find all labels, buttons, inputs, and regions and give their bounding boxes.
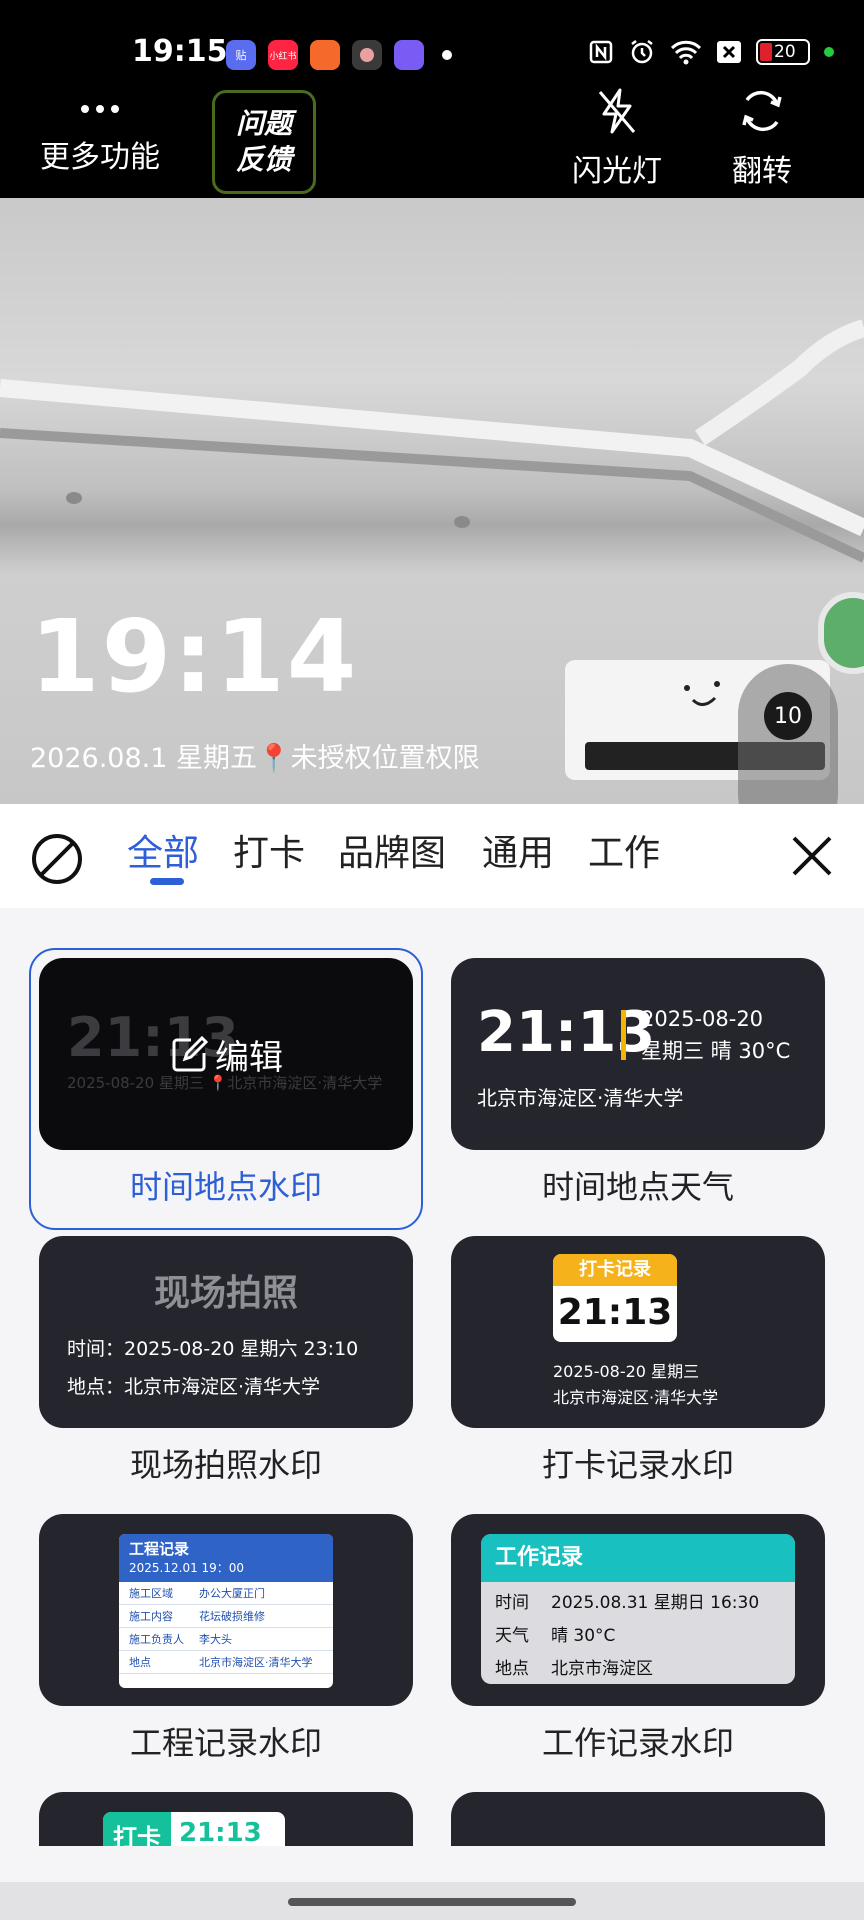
tab-brand[interactable]: 品牌图 xyxy=(338,824,446,876)
template-card-time-location[interactable]: 21:13 2025-08-20 星期三 📍北京市海淀区·清华大学 编辑 xyxy=(39,958,413,1150)
checkin-time: 21:13 xyxy=(557,1292,673,1333)
template-label-work-record: 工作记录水印 xyxy=(541,1724,734,1762)
doc-row: 施工内容 花坛破损维修 xyxy=(119,1605,333,1628)
template-preview-location-row: 地点：北京市海淀区·清华大学 xyxy=(67,1376,321,1398)
checkin-badge-box: 打卡记录 21:13 xyxy=(553,1254,677,1342)
flash-label: 闪光灯 xyxy=(572,154,662,189)
more-notifications-dot-icon xyxy=(442,50,452,60)
xiaohongshu-app-icon: 小红书 xyxy=(268,40,298,70)
alarm-icon xyxy=(631,40,653,64)
flip-camera-button[interactable]: 翻转 xyxy=(732,84,792,190)
camera-toolbar: 更多功能 问题 反馈 闪光灯 翻转 xyxy=(0,86,864,198)
checkin-tag: 打卡 21:13 xyxy=(103,1812,285,1846)
template-preview-heading: 现场拍照 xyxy=(153,1273,298,1314)
template-label-time-location-weather: 时间地点天气 xyxy=(541,1168,734,1206)
doc-title: 工作记录 xyxy=(481,1534,795,1582)
flip-label: 翻转 xyxy=(732,154,792,189)
template-card-onsite-photo[interactable]: 现场拍照 时间：2025-08-20 星期六 23:10 地点：北京市海淀区·清… xyxy=(39,1236,413,1428)
template-preview-location: 北京市海淀区·清华大学 xyxy=(553,1388,719,1407)
template-card-checkin-partial[interactable]: 打卡 21:13 xyxy=(39,1792,413,1846)
template-card-work-record[interactable]: 工作记录 时间 2025.08.31 星期日 16:30 天气晴 30°C 地点北… xyxy=(451,1514,825,1706)
tab-work[interactable]: 工作 xyxy=(588,824,660,876)
status-bar: 19:15 贴 小红书 20 xyxy=(0,0,864,86)
feedback-button[interactable]: 问题 反馈 xyxy=(212,90,316,194)
notification-icons: 贴 小红书 xyxy=(226,40,424,70)
template-preview-date: 2025-08-20 星期三 晴 30°C xyxy=(641,1007,791,1063)
status-icons: 20 xyxy=(588,38,834,66)
battery-level: 20 xyxy=(774,42,796,62)
edit-template-button[interactable]: 编辑 xyxy=(169,1030,283,1079)
category-tabs: 全部 打卡 品牌图 通用 工作 xyxy=(0,804,864,908)
template-card-partial[interactable] xyxy=(451,1792,825,1846)
template-label-engineering-record: 工程记录水印 xyxy=(129,1724,322,1762)
wifi-icon xyxy=(670,40,702,65)
no-sim-icon xyxy=(717,41,741,63)
privacy-indicator-dot xyxy=(824,47,834,57)
template-card-checkin-record[interactable]: 打卡记录 21:13 2025-08-20 星期三 北京市海淀区·清华大学 xyxy=(451,1236,825,1428)
gesture-nav-bar xyxy=(0,1882,864,1920)
home-indicator[interactable] xyxy=(288,1898,576,1906)
tab-general[interactable]: 通用 xyxy=(482,824,554,876)
purple-app-icon xyxy=(394,40,424,70)
doc-row: 地点 北京市海淀区 xyxy=(495,1659,653,1679)
template-label-time-location: 时间地点水印 xyxy=(129,1168,322,1206)
work-record-doc: 工作记录 时间 2025.08.31 星期日 16:30 天气晴 30°C 地点北… xyxy=(481,1534,795,1684)
status-time: 19:15 xyxy=(132,34,228,69)
template-card-engineering-record[interactable]: 工程记录 2025.12.01 19：00 施工区域 办公大厦正门 施工内容 花坛破… xyxy=(39,1514,413,1706)
doc-row: 天气晴 30°C xyxy=(495,1626,616,1646)
nfc-icon xyxy=(589,40,613,64)
location-permission-link[interactable]: 未授权位置权限 xyxy=(291,743,480,774)
more-dots-icon xyxy=(81,105,119,113)
no-watermark-icon[interactable] xyxy=(30,832,84,886)
tieba-app-icon: 贴 xyxy=(226,40,256,70)
checkin-tag-badge: 打卡 xyxy=(103,1812,171,1846)
photo-counter[interactable]: 10 xyxy=(764,692,812,740)
feedback-line-2: 反馈 xyxy=(235,143,292,176)
template-preview-time-row: 时间：2025-08-20 星期六 23:10 xyxy=(67,1338,359,1360)
close-icon[interactable] xyxy=(790,834,834,878)
template-label-checkin-record: 打卡记录水印 xyxy=(541,1446,734,1484)
doc-datetime: 2025.12.01 19：00 xyxy=(129,1561,245,1575)
doc-row: 施工区域 办公大厦正门 xyxy=(119,1582,333,1605)
engineering-record-doc: 工程记录 2025.12.01 19：00 施工区域 办公大厦正门 施工内容 花坛破… xyxy=(119,1534,333,1688)
more-functions-label: 更多功能 xyxy=(40,140,160,175)
watermark-date: 2026.08.1 星期五 xyxy=(30,743,257,774)
location-pin-icon: 📍 xyxy=(257,743,291,774)
watermark-time: 19:14 xyxy=(30,598,359,715)
template-preview-date: 2025-08-20 星期三 xyxy=(553,1362,700,1381)
template-preview-time: 21:13 xyxy=(477,1000,656,1065)
more-functions-button[interactable]: 更多功能 xyxy=(40,94,160,176)
dark-app-icon xyxy=(352,40,382,70)
edit-label: 编辑 xyxy=(215,1038,283,1078)
doc-title: 工程记录 xyxy=(129,1540,190,1558)
camera-preview[interactable]: 10 19:14 2026.08.1 星期五📍未授权位置权限 xyxy=(0,198,864,804)
battery-icon: 20 xyxy=(756,39,810,65)
bear-face xyxy=(684,681,720,706)
template-card-time-location-weather[interactable]: 21:13 2025-08-20 星期三 晴 30°C 北京市海淀区·清华大学 xyxy=(451,958,825,1150)
tab-checkin[interactable]: 打卡 xyxy=(233,824,305,876)
tab-all[interactable]: 全部 xyxy=(127,824,199,876)
doc-row: 地点 北京市海淀区·清华大学 xyxy=(119,1651,333,1674)
template-preview-location: 北京市海淀区·清华大学 xyxy=(477,1086,684,1110)
flip-camera-icon xyxy=(742,90,782,132)
checkin-tag-time: 21:13 xyxy=(179,1818,262,1846)
divider-bar xyxy=(621,1010,626,1060)
active-tab-indicator xyxy=(150,878,184,885)
flash-off-icon xyxy=(598,88,636,134)
orange-app-icon xyxy=(310,40,340,70)
flash-button[interactable]: 闪光灯 xyxy=(572,84,662,190)
watermark-info: 2026.08.1 星期五📍未授权位置权限 xyxy=(30,736,480,775)
edit-icon xyxy=(172,1035,209,1071)
feedback-line-1: 问题 xyxy=(235,106,292,140)
doc-row: 时间 2025.08.31 星期日 16:30 xyxy=(495,1593,760,1613)
template-label-onsite-photo: 现场拍照水印 xyxy=(129,1446,322,1484)
watermark-sheet: 全部 打卡 品牌图 通用 工作 21:13 2025-08-20 星期三 📍北京… xyxy=(0,804,864,1920)
doc-row: 施工负责人 李大头 xyxy=(119,1628,333,1651)
checkin-badge: 打卡记录 xyxy=(553,1254,677,1286)
